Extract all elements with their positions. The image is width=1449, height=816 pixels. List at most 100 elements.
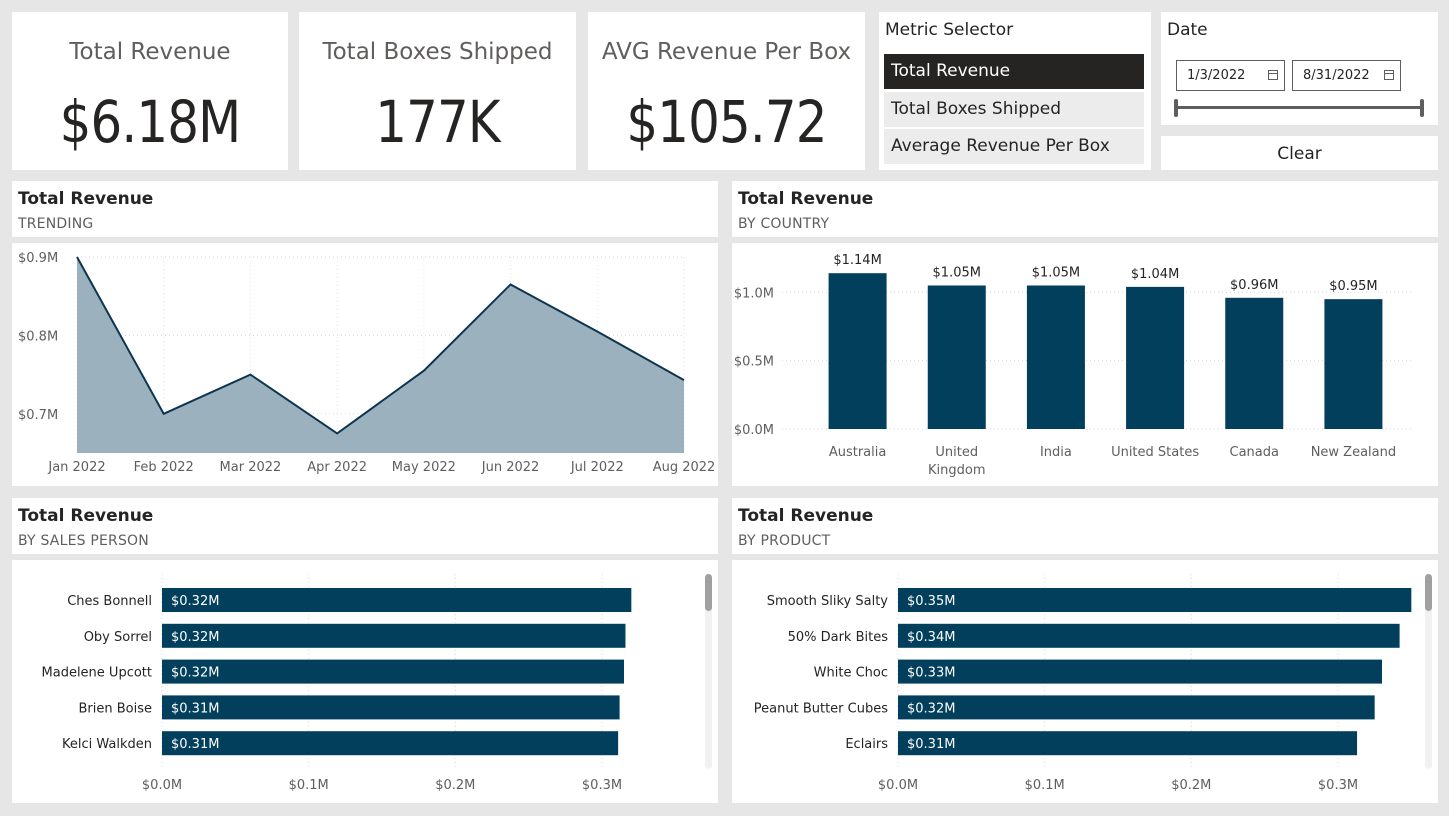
data-label: $1.05M xyxy=(1032,266,1080,281)
x-tick-label: Mar 2022 xyxy=(220,460,282,475)
kpi-value: 177K xyxy=(375,88,500,156)
start-date-value: 1/3/2022 xyxy=(1187,68,1246,83)
date-slicer-title: Date xyxy=(1167,20,1208,40)
metric-option-total-boxes[interactable]: Total Boxes Shipped xyxy=(884,92,1144,127)
y-tick-label: $0.5M xyxy=(734,355,774,370)
category-label: Brien Boise xyxy=(79,701,153,716)
metric-option-avg-revenue[interactable]: Average Revenue Per Box xyxy=(884,129,1144,164)
salesperson-bar-chart[interactable]: $0.0M $0.1M $0.2M $0.3M Ches Bonnell $0.32M Ob… xyxy=(12,560,718,803)
category-label: Madelene Upcott xyxy=(42,666,152,681)
slider-end-handle[interactable] xyxy=(1420,99,1424,117)
data-label: $0.32M xyxy=(171,630,219,645)
calendar-icon[interactable] xyxy=(1268,70,1278,80)
chart-subtitle: BY PRODUCT xyxy=(738,533,831,549)
trending-chart-card: $0.7M $0.8M $0.9M Jan 2022 Feb 2022 Mar 2022 A… xyxy=(12,243,718,486)
x-tick-label: Jun 2022 xyxy=(481,460,540,475)
bar xyxy=(898,623,1400,648)
vertical-scrollbar[interactable] xyxy=(705,574,712,769)
metric-selector: Metric Selector Total Revenue Total Boxe… xyxy=(879,12,1151,170)
scrollbar-thumb[interactable] xyxy=(705,574,712,611)
trending-area-chart[interactable]: $0.7M $0.8M $0.9M Jan 2022 Feb 2022 Mar 2022 A… xyxy=(12,243,718,486)
chart-subtitle: TRENDING xyxy=(18,216,94,232)
kpi-value: $105.72 xyxy=(626,88,827,156)
start-date-input[interactable]: 1/3/2022 xyxy=(1176,60,1285,91)
clear-button[interactable]: Clear xyxy=(1161,136,1438,170)
bar xyxy=(162,623,626,648)
category-label: Ches Bonnell xyxy=(67,594,152,609)
y-tick-label: $0.7M xyxy=(18,408,58,423)
data-label: $0.34M xyxy=(907,630,955,645)
x-tick-label: May 2022 xyxy=(392,460,456,475)
slider-start-handle[interactable] xyxy=(1174,99,1178,117)
x-tick-label: Jul 2022 xyxy=(570,460,624,475)
y-tick-label: $0.0M xyxy=(734,423,774,438)
x-tick-label: Jan 2022 xyxy=(47,460,105,475)
salesperson-title-card: Total Revenue BY SALES PERSON xyxy=(12,498,718,554)
kpi-card-total-boxes: Total Boxes Shipped 177K xyxy=(299,12,576,170)
product-chart-card: $0.0M $0.1M $0.2M $0.3M Smooth Sliky Salty $0… xyxy=(732,560,1438,803)
kpi-card-avg-revenue: AVG Revenue Per Box $105.72 xyxy=(588,12,865,170)
category-label: Canada xyxy=(1230,445,1279,460)
data-label: $0.95M xyxy=(1329,279,1377,294)
x-tick-label: $0.2M xyxy=(435,778,475,793)
y-tick-label: $1.0M xyxy=(734,286,774,301)
data-label: $1.14M xyxy=(833,253,881,268)
x-tick-label: Feb 2022 xyxy=(134,460,194,475)
x-tick-label: $0.0M xyxy=(142,778,182,793)
category-label: New Zealand xyxy=(1311,445,1396,460)
category-label: Peanut Butter Cubes xyxy=(754,701,888,716)
metric-option-total-revenue[interactable]: Total Revenue xyxy=(884,54,1144,89)
bar xyxy=(1026,285,1085,429)
data-label: $0.31M xyxy=(171,737,219,752)
category-label: United xyxy=(935,445,978,460)
kpi-label: Total Boxes Shipped xyxy=(322,39,553,65)
end-date-value: 8/31/2022 xyxy=(1303,68,1370,83)
calendar-icon[interactable] xyxy=(1384,70,1394,80)
category-label: 50% Dark Bites xyxy=(788,630,889,645)
date-slicer: Date 1/3/2022 8/31/2022 xyxy=(1161,12,1438,125)
x-tick-label: $0.2M xyxy=(1171,778,1211,793)
kpi-label: Total Revenue xyxy=(69,39,231,65)
kpi-value: $6.18M xyxy=(59,88,242,156)
data-label: $0.32M xyxy=(171,594,219,609)
category-label: Kingdom xyxy=(928,463,986,478)
chart-subtitle: BY SALES PERSON xyxy=(18,533,149,549)
bar xyxy=(898,588,1412,612)
data-label: $0.96M xyxy=(1230,278,1278,293)
country-bar-chart[interactable]: $0.0M $0.5M $1.0M $1.14M Australia $1.05M Unit… xyxy=(732,243,1438,486)
data-label: $0.31M xyxy=(907,737,955,752)
data-label: $0.35M xyxy=(907,594,955,609)
x-tick-label: $0.1M xyxy=(1025,778,1065,793)
data-label: $0.32M xyxy=(907,701,955,716)
bar xyxy=(162,731,619,756)
data-label: $0.33M xyxy=(907,666,955,681)
area-fill xyxy=(77,257,684,453)
category-label: India xyxy=(1040,445,1072,460)
scrollbar-thumb[interactable] xyxy=(1425,574,1432,611)
bar xyxy=(162,659,624,684)
end-date-input[interactable]: 8/31/2022 xyxy=(1292,60,1401,91)
bar xyxy=(898,731,1358,756)
country-title-card: Total Revenue BY COUNTRY xyxy=(732,181,1438,237)
country-chart-card: $0.0M $0.5M $1.0M $1.14M Australia $1.05M Unit… xyxy=(732,243,1438,486)
vertical-scrollbar[interactable] xyxy=(1425,574,1432,769)
product-bar-chart[interactable]: $0.0M $0.1M $0.2M $0.3M Smooth Sliky Salty $0… xyxy=(732,560,1438,803)
salesperson-chart-card: $0.0M $0.1M $0.2M $0.3M Ches Bonnell $0.32M Ob… xyxy=(12,560,718,803)
y-tick-label: $0.8M xyxy=(18,329,58,344)
x-tick-label: $0.3M xyxy=(1318,778,1358,793)
bar xyxy=(162,695,620,720)
bar xyxy=(898,659,1382,684)
category-label: United States xyxy=(1111,445,1199,460)
x-tick-label: Aug 2022 xyxy=(653,460,716,475)
metric-selector-title: Metric Selector xyxy=(885,20,1014,40)
category-label: White Choc xyxy=(814,666,888,681)
date-range-slider[interactable] xyxy=(1175,106,1424,109)
chart-title: Total Revenue xyxy=(18,189,154,209)
x-tick-label: $0.1M xyxy=(289,778,329,793)
bar xyxy=(828,273,887,429)
bar xyxy=(927,285,986,429)
bar xyxy=(162,588,632,612)
chart-title: Total Revenue xyxy=(18,506,154,526)
bar xyxy=(1324,299,1383,429)
y-tick-label: $0.9M xyxy=(18,251,58,266)
